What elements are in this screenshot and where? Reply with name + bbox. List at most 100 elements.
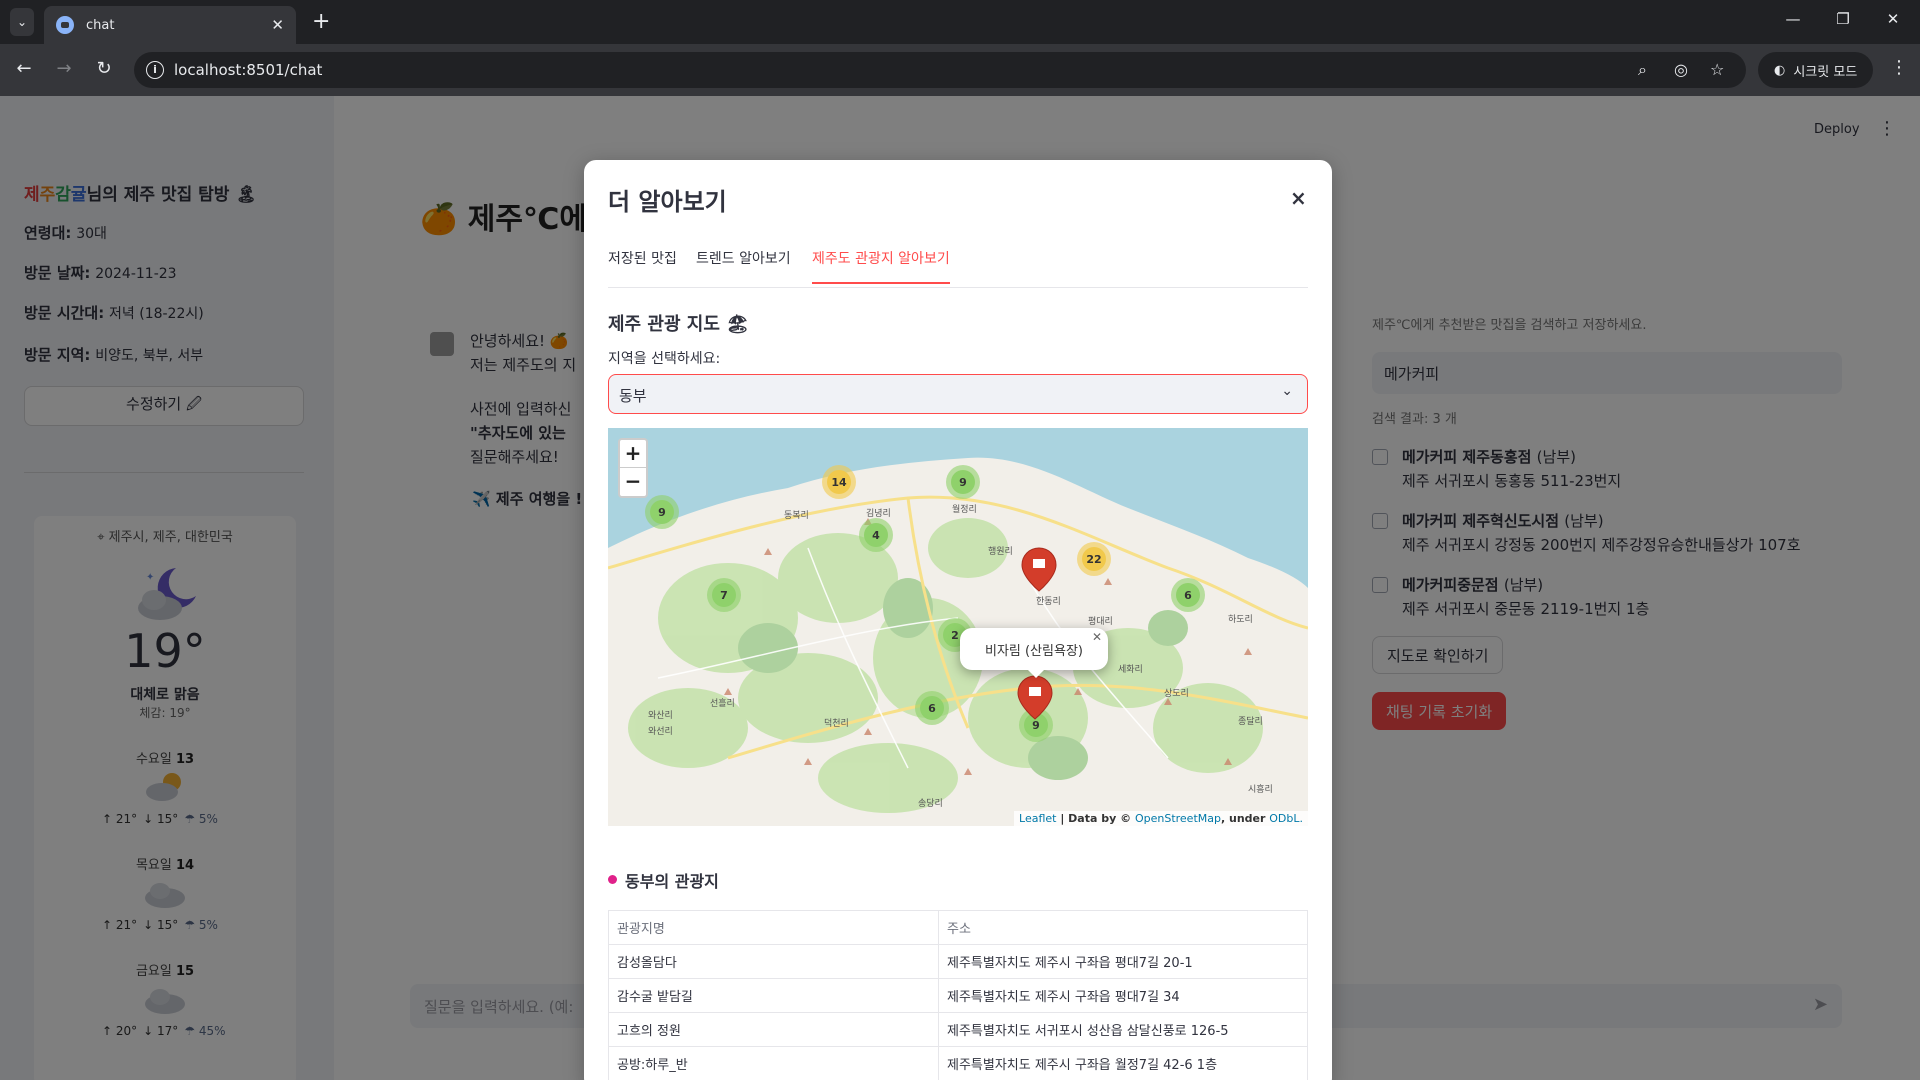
osm-link[interactable]: OpenStreetMap [1135, 812, 1221, 825]
tracking-protection-icon[interactable]: ◎ [1674, 60, 1688, 79]
dialog-title: 더 알아보기 [608, 188, 727, 216]
zoom-icon[interactable]: ⌕ [1638, 60, 1647, 80]
tab-title: chat [86, 17, 115, 33]
marker-cluster[interactable]: 6 [1171, 578, 1205, 612]
marker-cluster[interactable]: 22 [1077, 542, 1111, 576]
cluster-count: 9 [658, 506, 666, 519]
zoom-in-button[interactable]: + [620, 440, 646, 468]
odbl-link[interactable]: ODbL. [1269, 812, 1303, 825]
site-info-icon[interactable]: i [146, 61, 164, 79]
tab-trends[interactable]: 트렌드 알아보기 [696, 248, 791, 282]
cell: 제주특별자치도 제주시 구좌읍 월정7길 42-6 1층 [938, 1046, 1308, 1080]
popup-place-name: 비자림 (산림욕장) [985, 644, 1083, 659]
map-attribution: Leaflet | Data by © OpenStreetMap, under… [1014, 811, 1308, 826]
marker-cluster[interactable]: 7 [707, 578, 741, 612]
map-place-label: 하도리 [1228, 614, 1253, 625]
pin-icon [608, 875, 617, 884]
chat-favicon-icon [56, 16, 74, 34]
restore-icon[interactable]: ❐ [1820, 10, 1866, 28]
cluster-count: 22 [1086, 553, 1101, 566]
map-zoom-control: + − [618, 438, 648, 498]
table-row: 고흐의 정원 제주특별자치도 서귀포시 성산읍 삼달신풍로 126-5 [608, 1012, 1308, 1047]
incognito-icon: ◐ [1774, 62, 1786, 78]
marker-cluster[interactable]: 6 [915, 691, 949, 725]
region-select[interactable]: 동부 ⌄ [608, 374, 1308, 414]
map-place-label: 종달리 [1238, 715, 1263, 727]
tab-tourist-spots[interactable]: 제주도 관광지 알아보기 [812, 248, 950, 284]
zoom-out-button[interactable]: − [620, 468, 646, 496]
cluster-count: 14 [831, 476, 847, 489]
marker-cluster[interactable]: 4 [859, 518, 893, 552]
map-place-label: 세화리 [1118, 664, 1143, 675]
table-row: 감수굴 밭담길 제주특별자치도 제주시 구좌읍 평대7길 34 [608, 978, 1308, 1013]
minimize-icon[interactable]: — [1770, 10, 1816, 28]
incognito-indicator[interactable]: ◐ 시크릿 모드 [1758, 52, 1874, 88]
table-row: 감성올담다 제주특별자치도 제주시 구좌읍 평대7길 20-1 [608, 944, 1308, 979]
browser-tab[interactable]: chat ✕ [44, 6, 296, 44]
cluster-count: 4 [872, 529, 880, 542]
address-toolbar: ← → ↻ i localhost:8501/chat ⌕ ◎ ☆ ◐ 시크릿 … [0, 44, 1920, 96]
browser-tabbar: ⌄ chat ✕ + — ❐ ✕ [0, 0, 1920, 44]
map-place-label: 동복리 [784, 510, 809, 521]
cell: 제주특별자치도 서귀포시 성산읍 삼달신풍로 126-5 [938, 1012, 1308, 1047]
forward-icon[interactable]: → [52, 58, 76, 79]
map-place-label: 상도리 [1164, 688, 1189, 699]
tab-saved-restaurants[interactable]: 저장된 맛집 [608, 248, 677, 282]
map-place-label: 송당리 [918, 798, 943, 809]
url-text[interactable]: localhost:8501/chat [174, 61, 322, 79]
map-place-label: 덕천리 [824, 718, 849, 729]
dialog-tabs: 저장된 맛집 트렌드 알아보기 제주도 관광지 알아보기 [608, 248, 1308, 288]
tourist-table: 관광지명 주소 감성올담다 제주특별자치도 제주시 구좌읍 평대7길 20-1 감… [608, 910, 1308, 1080]
map-place-label: 선흘리 [710, 697, 735, 709]
marker-cluster[interactable]: 14 [822, 465, 856, 499]
leaflet-link[interactable]: Leaflet [1019, 812, 1056, 825]
cluster-count: 9 [959, 476, 967, 489]
table-row: 공방:하루_반 제주특별자치도 제주시 구좌읍 월정7길 42-6 1층 [608, 1046, 1308, 1080]
map-place-label: 한동리 [1036, 596, 1061, 607]
cluster-count: 9 [1032, 719, 1040, 732]
marker-cluster[interactable]: 9 [946, 465, 980, 499]
back-icon[interactable]: ← [12, 58, 36, 79]
cell: 감성올담다 [608, 944, 939, 979]
popup-close-icon[interactable]: ✕ [1092, 630, 1102, 644]
cell: 고흐의 정원 [608, 1012, 939, 1047]
bookmark-star-icon[interactable]: ☆ [1710, 60, 1724, 79]
map-marker-icon[interactable] [1021, 547, 1057, 592]
cluster-count: 7 [720, 589, 728, 602]
tab-close-icon[interactable]: ✕ [271, 16, 284, 34]
map-popup: 비자림 (산림욕장) ✕ [960, 628, 1108, 678]
dialog-close-icon[interactable]: × [1290, 186, 1307, 210]
region-select-label: 지역을 선택하세요: [608, 351, 721, 367]
window-close-icon[interactable]: ✕ [1870, 10, 1916, 28]
marker-cluster[interactable]: 9 [645, 495, 679, 529]
cluster-count: 2 [951, 629, 959, 642]
url-bar[interactable]: i localhost:8501/chat ⌕ ◎ ☆ [134, 52, 1746, 88]
cell: 공방:하루_반 [608, 1046, 939, 1080]
map-overlay: 동복리 김녕리 월정리 행원리 한동리 평대리 하도리 세화리 상도리 선흘리 … [645, 465, 1273, 809]
map-place-label: 시흥리 [1248, 783, 1273, 795]
cluster-count: 6 [928, 702, 936, 715]
cluster-count: 6 [1184, 589, 1192, 602]
map-section-title: 제주 관광 지도 🏖 [608, 314, 750, 335]
reload-icon[interactable]: ↻ [92, 58, 116, 79]
tourist-map[interactable]: 동복리 김녕리 월정리 행원리 한동리 평대리 하도리 세화리 상도리 선흘리 … [608, 428, 1308, 826]
cell: 제주특별자치도 제주시 구좌읍 평대7길 34 [938, 978, 1308, 1013]
map-place-label: 평대리 [1088, 616, 1113, 627]
map-place-label: 월정리 [952, 503, 977, 515]
streamlit-app: 제주감귤님의 제주 맛집 탐방 🏝 연령대: 30대 방문 날짜: 2024-1… [0, 96, 1920, 1080]
map-place-label: 와선리 [648, 725, 673, 737]
table-header: 관광지명 주소 [608, 910, 1308, 945]
learn-more-dialog: 더 알아보기 × 저장된 맛집 트렌드 알아보기 제주도 관광지 알아보기 제주… [584, 160, 1332, 1080]
chevron-down-icon: ⌄ [1281, 383, 1293, 399]
cell: 감수굴 밭담길 [608, 978, 939, 1013]
browser-menu-icon[interactable]: ⋮ [1890, 57, 1908, 78]
tourist-list-title: 동부의 관광지 [608, 868, 719, 892]
column-header[interactable]: 관광지명 [608, 910, 939, 945]
map-place-label: 김녕리 [866, 507, 891, 519]
new-tab-button[interactable]: + [312, 10, 330, 34]
tab-search-button[interactable]: ⌄ [10, 8, 34, 36]
incognito-label: 시크릿 모드 [1793, 64, 1858, 80]
column-header[interactable]: 주소 [938, 910, 1308, 945]
map-place-label: 행원리 [988, 545, 1013, 557]
region-select-value: 동부 [619, 387, 647, 405]
